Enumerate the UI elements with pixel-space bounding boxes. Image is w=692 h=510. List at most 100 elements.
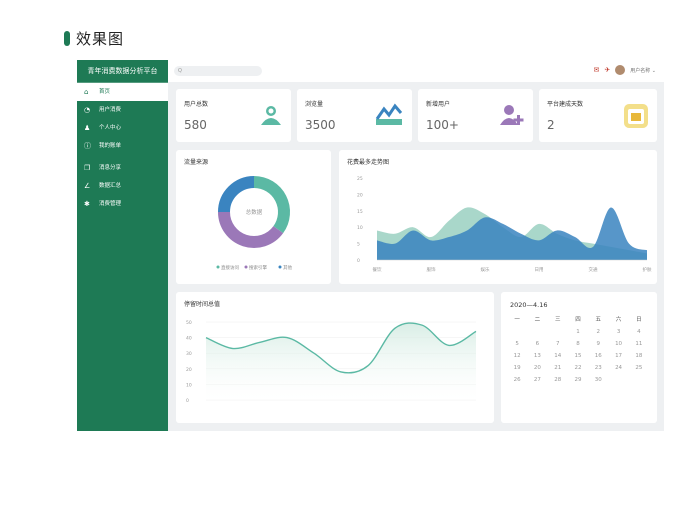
calendar-day[interactable]: 13 [527,353,547,359]
sidebar-item[interactable]: ∠ 数据汇总 [77,177,168,195]
sidebar-item[interactable]: ◔ 用户消费 [77,101,168,119]
calendar-day[interactable]: 18 [629,353,649,359]
calendar-day[interactable]: 16 [588,353,608,359]
calendar-day[interactable]: 3 [608,329,628,335]
calendar-day[interactable]: 10 [608,341,628,347]
line-chart: 50 40 30 20 10 0 [186,320,477,404]
calendar-day[interactable]: 4 [629,329,649,335]
stat-card-days[interactable]: 平台建成天数 2 [539,89,657,142]
calendar-day[interactable]: 22 [568,365,588,371]
calendar-weekday: 六 [615,317,622,323]
calendar-day[interactable]: 9 [588,341,608,347]
sidebar: 青年消费数据分析平台 ⌂ 首页 ◔ 用户消费 ♟ 个人中心 ⓘ 我的账单 ❐ 消息分享 ∠ 数据汇总 ✱… [77,60,168,431]
stat-value: 2 [547,118,555,132]
y-tick-label: 30 [186,351,192,357]
calendar-day[interactable]: 24 [608,365,628,371]
stat-card-views[interactable]: 浏览量 3500 [297,89,412,142]
stat-value: 580 [184,118,207,132]
sidebar-item-label: 个人中心 [99,125,122,131]
stat-label: 浏览量 [305,101,324,108]
calendar-day [527,329,547,335]
x-tick-label: 服饰 [427,266,436,273]
legend-marker [278,265,282,269]
y-tick-label: 40 [186,336,192,342]
legend-label[interactable]: 其他 [283,264,292,271]
avatar[interactable] [615,65,626,75]
calendar-day[interactable]: 7 [548,341,568,347]
traffic-source-card: 流量来源 总数据 直接访问 搜索引擎 其他 [176,150,331,284]
calendar-day[interactable]: 2 [588,329,608,335]
sidebar-item-label: 消息分享 [99,165,122,171]
calendar-day[interactable]: 25 [629,365,649,371]
message-icon[interactable]: ✉ [593,66,599,74]
calendar-day[interactable]: 8 [568,341,588,347]
calendar-card: 2020—4.16 一二三四五六日 1 2 3 4 5 6 7 8 9 10 11 12 13 14 15 16… [501,292,657,423]
sidebar-item-label: 数据汇总 [99,183,122,189]
calendar-day[interactable]: 20 [527,365,547,371]
x-tick-label: 护肤 [643,266,652,273]
pen-icon: ∠ [84,182,91,190]
share-icon: ❐ [84,164,91,172]
sidebar-nav: ⌂ 首页 ◔ 用户消费 ♟ 个人中心 ⓘ 我的账单 ❐ 消息分享 ∠ 数据汇总 ✱ 消费管理 [77,83,168,213]
calendar-day[interactable]: 19 [507,365,527,371]
legend-label[interactable]: 搜索引擎 [249,264,267,271]
sidebar-item[interactable]: ⓘ 我的账单 [77,137,168,155]
calendar-grid: 一二三四五六日 1 2 3 4 5 6 7 8 9 10 11 12 13 14 15 16 17 18 19 20 21… [507,315,649,383]
legend-label[interactable]: 直接访问 [221,264,239,271]
stat-label: 新增用户 [426,101,451,108]
calendar-day [548,329,568,335]
calendar-day[interactable]: 29 [568,377,588,383]
calendar-day[interactable]: 21 [548,365,568,371]
y-tick-label: 5 [357,242,360,248]
calendar-day[interactable]: 14 [548,353,568,359]
calendar-day[interactable]: 1 [568,329,588,335]
calendar-day[interactable]: 12 [507,353,527,359]
x-tick-label: 娱乐 [481,266,490,273]
stat-card-new-users[interactable]: 新增用户 100+ [418,89,533,142]
sidebar-item[interactable]: ⌂ 首页 [77,83,168,101]
calendar-day[interactable]: 28 [548,377,568,383]
add-user-icon [500,105,524,125]
calendar-day[interactable]: 30 [588,377,608,383]
y-tick-label: 50 [186,320,192,326]
sidebar-item[interactable]: ❐ 消息分享 [77,159,168,177]
y-tick-label: 10 [357,225,363,231]
sidebar-item[interactable]: ✱ 消费管理 [77,195,168,213]
calendar-day[interactable]: 27 [527,377,547,383]
heading-text: 效果图 [76,30,125,48]
sidebar-item-label: 首页 [99,89,111,95]
x-tick-label: 日用 [535,267,544,273]
calendar-day[interactable]: 23 [588,365,608,371]
donut-slice [253,176,290,234]
calendar-weekday: 一 [514,317,520,323]
legend-marker [216,265,220,269]
calendar-weekday: 三 [554,317,561,323]
area-chart: 25 20 15 10 5 0 餐饮 服饰 娱乐 日用 交通 护肤 [357,176,652,273]
user-icon: ♟ [84,124,91,132]
line-area-fill [206,323,476,400]
calendar-day[interactable]: 15 [568,353,588,359]
stat-label: 平台建成天数 [547,101,584,108]
calendar-weekday: 四 [575,317,581,323]
calendar-day[interactable]: 6 [527,341,547,347]
calendar-day [507,329,527,335]
donut-chart: 总数据直接访问 搜索引擎 其他 [216,176,292,271]
y-tick-label: 20 [357,192,363,198]
search-input[interactable]: Q [174,66,262,76]
user-icon [261,106,281,125]
calendar-icon [624,104,648,128]
donut-slice [218,176,255,213]
calendar-day[interactable]: 5 [507,341,527,347]
spending-trend-card: 花费最多走势图 25 20 15 10 5 0 餐饮 服饰 娱乐 日用 交通 护肤 [339,150,657,284]
sidebar-item[interactable]: ♟ 个人中心 [77,119,168,137]
pin-icon[interactable]: ✈ [604,66,610,74]
x-tick-label: 交通 [589,266,598,273]
calendar-day[interactable]: 26 [507,377,527,383]
calendar-day[interactable]: 17 [608,353,628,359]
dashboard-app: 青年消费数据分析平台 ⌂ 首页 ◔ 用户消费 ♟ 个人中心 ⓘ 我的账单 ❐ 消息分享 ∠ 数据汇总 ✱… [77,60,664,431]
settings-icon: ✱ [84,200,90,208]
username[interactable]: 用户名称 ⌄ [630,67,656,74]
stat-card-users[interactable]: 用户总数 580 [176,89,291,142]
topbar: Q ✉ ✈ 用户名称 ⌄ [168,60,664,82]
calendar-day[interactable]: 11 [629,341,649,347]
